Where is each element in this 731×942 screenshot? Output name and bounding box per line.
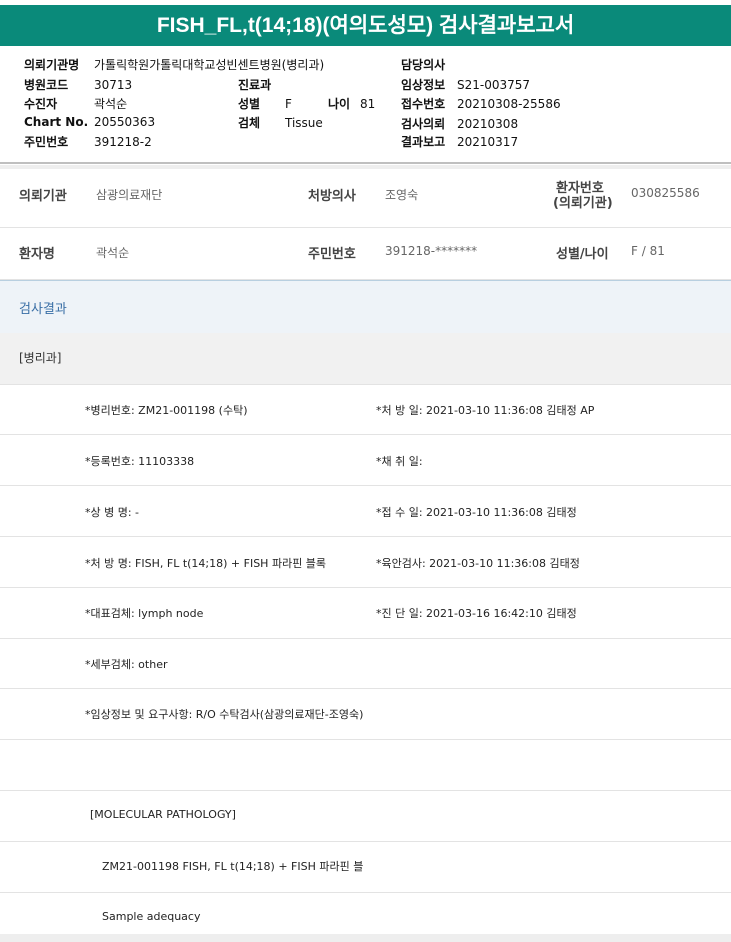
row-divider — [0, 892, 731, 893]
bottom-scroll-edge — [0, 934, 731, 942]
header-age: 나이 81 — [328, 95, 375, 112]
header-chart-no: Chart No. 20550363 — [24, 115, 155, 129]
row-divider — [0, 790, 731, 791]
result-right-1: *처 방 일: 2021-03-10 11:36:08 김태정 AP — [376, 404, 595, 417]
header-value: Tissue — [285, 116, 323, 130]
header-patient: 수진자 곽석순 — [24, 95, 127, 112]
row-divider — [0, 587, 731, 588]
header-doctor: 담당의사 — [401, 56, 457, 73]
row-divider — [0, 688, 731, 689]
header-value: S21-003757 — [457, 78, 531, 92]
sex-age-value: F / 81 — [631, 244, 665, 258]
result-left-2: *등록번호: 11103338 — [85, 455, 195, 468]
row-divider — [0, 485, 731, 486]
pathology-subsection-title: [병리과] — [19, 351, 62, 365]
header-dept: 진료과 — [238, 76, 271, 93]
header-label: 접수번호 — [401, 97, 446, 111]
row-divider — [0, 638, 731, 639]
results-section-title: 검사결과 — [19, 302, 67, 317]
result-left-4: *처 방 명: FISH, FL t(14;18) + FISH 파라핀 블록 — [85, 557, 327, 570]
sex-age-label: 성별/나이 — [556, 247, 609, 262]
header-value: 20210317 — [457, 135, 519, 149]
header-divider — [0, 162, 731, 164]
institution-value: 삼광의료재단 — [96, 188, 163, 202]
header-label: 병원코드 — [24, 78, 69, 92]
header-value: 30713 — [94, 78, 133, 92]
header-label: 검사의뢰 — [401, 117, 446, 131]
ssn-value: 391218-******* — [385, 244, 478, 258]
result-left-5: *대표검체: lymph node — [85, 607, 204, 620]
results-section-header: 검사결과 — [0, 280, 731, 334]
header-label: 검체 — [238, 116, 261, 130]
header-hospital-code: 병원코드 30713 — [24, 76, 132, 93]
header-label: 수진자 — [24, 97, 58, 111]
header-report-date: 결과보고 20210317 — [401, 133, 518, 150]
result-left-1: *병리번호: ZM21-001198 (수탁) — [85, 404, 248, 417]
ssn-label: 주민번호 — [308, 247, 356, 262]
pathology-subsection: [병리과] — [0, 333, 731, 385]
report-title: FISH_FL,t(14;18)(여의도성모) 검사결과보고서 — [0, 5, 731, 46]
doctor-value: 조영숙 — [385, 188, 419, 202]
result-left-3: *상 병 명: - — [85, 506, 140, 519]
institution-label: 의뢰기관 — [19, 189, 67, 204]
header-label: 임상정보 — [401, 78, 446, 92]
header-ssn: 주민번호 391218-2 — [24, 133, 152, 150]
patient-no-sublabel: (의뢰기관) — [553, 196, 613, 211]
patient-name-value: 곽석순 — [96, 246, 130, 260]
row-divider — [0, 434, 731, 435]
header-receipt-no: 접수번호 20210308-25586 — [401, 95, 561, 112]
header-label: 주민번호 — [24, 135, 69, 149]
patient-name-label: 환자명 — [19, 247, 55, 262]
header-value: 20210308 — [457, 117, 519, 131]
header-label: 결과보고 — [401, 135, 446, 149]
result-right-4: *육안검사: 2021-03-10 11:36:08 김태정 — [376, 557, 580, 570]
result-right-5: *진 단 일: 2021-03-16 16:42:10 김태정 — [376, 607, 577, 620]
header-label: 나이 — [328, 97, 351, 111]
header-sex: 성별 F — [238, 95, 292, 112]
header-label: 진료과 — [238, 78, 272, 92]
patient-no-value: 030825586 — [631, 186, 700, 200]
header-clinical-info: 임상정보 S21-003757 — [401, 76, 530, 93]
header-client-name: 의뢰기관명 가톨릭학원가톨릭대학교성빈센트병원(병리과) — [24, 56, 324, 73]
header-value: 곽석순 — [94, 97, 128, 111]
result-left-7: *임상정보 및 요구사항: R/O 수탁검사(삼광의료재단-조영숙) — [85, 708, 364, 721]
result-right-3: *접 수 일: 2021-03-10 11:36:08 김태정 — [376, 506, 577, 519]
header-label: 담당의사 — [401, 58, 446, 72]
header-value: 391218-2 — [94, 135, 152, 149]
header-specimen: 검체 Tissue — [238, 114, 323, 131]
header-value: 가톨릭학원가톨릭대학교성빈센트병원(병리과) — [94, 58, 325, 72]
row-divider — [0, 841, 731, 842]
sample-adequacy: Sample adequacy — [102, 910, 201, 923]
molecular-header: [MOLECULAR PATHOLOGY] — [90, 808, 236, 821]
header-value: 81 — [360, 97, 376, 111]
result-right-2: *채 취 일: — [376, 455, 423, 468]
header-label: 의뢰기관명 — [24, 58, 80, 72]
header-value: 20550363 — [94, 115, 156, 129]
doctor-label: 처방의사 — [308, 189, 356, 204]
row-divider — [0, 536, 731, 537]
header-label: Chart No. — [24, 115, 89, 129]
result-left-6: *세부검체: other — [85, 658, 168, 671]
row-divider — [0, 739, 731, 740]
header-value: 20210308-25586 — [457, 97, 561, 111]
header-request-date: 검사의뢰 20210308 — [401, 115, 518, 132]
header-label: 성별 — [238, 97, 261, 111]
header-value: F — [285, 97, 292, 111]
molecular-line: ZM21-001198 FISH, FL t(14;18) + FISH 파라핀… — [102, 860, 364, 873]
